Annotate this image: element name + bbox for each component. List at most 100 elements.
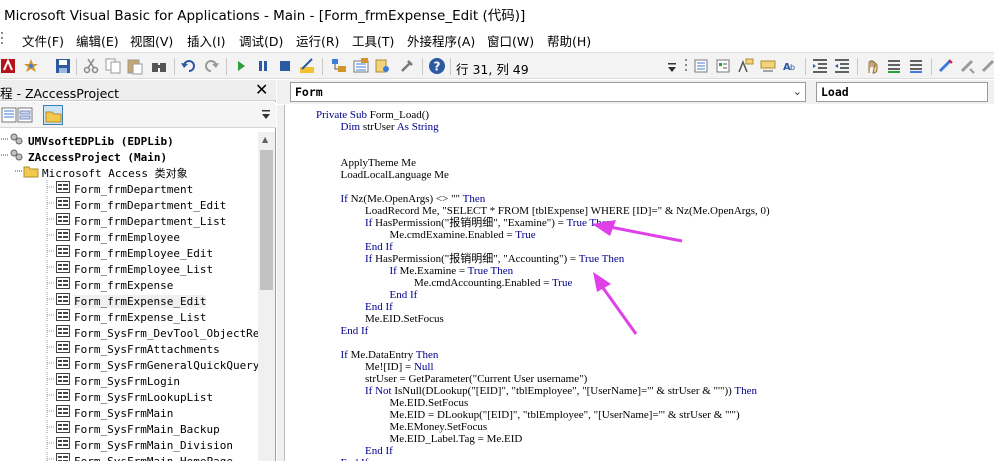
code-line[interactable]: End If xyxy=(365,301,393,313)
menu-view[interactable]: 视图(V) xyxy=(130,31,173,50)
redo-icon[interactable] xyxy=(202,57,220,75)
break-icon[interactable] xyxy=(254,57,272,75)
next-bookmark-icon[interactable] xyxy=(959,57,977,75)
undo-icon[interactable] xyxy=(180,57,198,75)
project-explorer-icon[interactable] xyxy=(330,57,348,75)
code-line[interactable]: End If xyxy=(390,289,418,301)
procedure-combo[interactable]: Load xyxy=(816,82,988,102)
object-combo[interactable]: Form ⌄ xyxy=(290,82,806,102)
toggle-breakpoint-icon[interactable] xyxy=(863,57,881,75)
toolbox-icon[interactable] xyxy=(398,57,416,75)
insert-module-icon[interactable] xyxy=(22,57,40,75)
menu-tools[interactable]: 工具(T) xyxy=(352,31,394,50)
code-line[interactable]: Me.cmdAccounting.Enabled = True xyxy=(414,277,572,289)
code-line[interactable]: LoadLocalLanguage Me xyxy=(341,169,449,181)
save-icon[interactable] xyxy=(54,57,72,75)
tree-item-form[interactable]: Form_SysFrmLogin xyxy=(46,372,180,388)
code-line[interactable]: End If xyxy=(341,457,369,461)
code-line[interactable]: If Not IsNull(DLookup("[EID]", "tblEmplo… xyxy=(365,385,757,397)
uncomment-block-icon[interactable] xyxy=(907,57,925,75)
tree-item-form[interactable]: Form_SysFrmMain_Backup xyxy=(46,420,220,436)
code-line[interactable]: Me.EID_Label.Tag = Me.EID xyxy=(390,433,523,445)
code-line[interactable]: Me.EID = DLookup("[EID]", "tblEmployee",… xyxy=(390,409,740,421)
properties-icon[interactable] xyxy=(352,57,370,75)
tree-item-form[interactable]: Form_SysFrmMain_Division xyxy=(46,436,233,452)
tree-item-form[interactable]: Form_SysFrmGeneralQuickQuery xyxy=(46,356,258,372)
tree-item-form[interactable]: Form_frmDepartment_Edit xyxy=(46,196,226,212)
code-line[interactable]: If Nz(Me.OpenArgs) <> "" Then xyxy=(341,193,486,205)
code-line[interactable]: Me![ID] = Null xyxy=(365,361,434,373)
cut-icon[interactable] xyxy=(82,57,100,75)
tree-item-form[interactable]: Form_SysFrmLookupList xyxy=(46,388,213,404)
close-icon[interactable]: ✕ xyxy=(255,81,268,99)
code-line[interactable]: strUser = GetParameter("Current User use… xyxy=(365,373,587,385)
outdent-icon[interactable] xyxy=(833,57,851,75)
code-line[interactable]: Private Sub Form_Load() xyxy=(316,109,429,121)
toolbar-overflow-icon[interactable] xyxy=(260,108,272,128)
tree-item-folder[interactable]: Microsoft Access 类对象 xyxy=(14,164,188,180)
tree-item-form[interactable]: Form_SysFrmMain_HomePage xyxy=(46,452,233,461)
code-line[interactable]: Me.EID.SetFocus xyxy=(390,397,469,409)
tree-item-form[interactable]: Form_frmDepartment xyxy=(46,180,193,196)
tree-item-form[interactable]: Form_frmDepartment_List xyxy=(46,212,226,228)
copy-icon[interactable] xyxy=(104,57,122,75)
code-line[interactable]: Me.cmdExamine.Enabled = True xyxy=(390,229,536,241)
code-line[interactable]: If HasPermission("报销明细", "Accounting") =… xyxy=(365,253,624,265)
menu-insert[interactable]: 插入(I) xyxy=(187,31,225,50)
tree-item-form[interactable]: Form_SysFrm_DevTool_ObjectRepai xyxy=(46,324,258,340)
comment-block-icon[interactable] xyxy=(885,57,903,75)
reset-icon[interactable] xyxy=(276,57,294,75)
complete-word-icon[interactable]: Ab xyxy=(781,57,799,75)
menu-file[interactable]: 文件(F) xyxy=(22,31,64,50)
code-line[interactable]: Dim strUser As String xyxy=(341,121,439,133)
code-line[interactable]: Me.EMoney.SetFocus xyxy=(390,421,488,433)
previous-bookmark-icon[interactable] xyxy=(981,57,994,75)
tree-item-form[interactable]: Form_SysFrmMain xyxy=(46,404,173,420)
find-icon[interactable] xyxy=(150,57,168,75)
tree-item-form[interactable]: Form_frmExpense xyxy=(46,276,173,292)
indent-icon[interactable] xyxy=(811,57,829,75)
scroll-up-icon[interactable]: ▲ xyxy=(262,135,268,144)
paste-icon[interactable] xyxy=(126,57,144,75)
tree-item-form[interactable]: Form_frmEmployee_Edit xyxy=(46,244,213,260)
toggle-folders-icon[interactable] xyxy=(43,105,63,125)
tree-item-project[interactable]: UMVsoftEDPLib (EDPLib) xyxy=(0,132,174,148)
tree-item-form[interactable]: Form_frmExpense_Edit xyxy=(46,292,207,308)
tree-item-project[interactable]: ZAccessProject (Main) xyxy=(0,148,167,164)
menu-edit[interactable]: 编辑(E) xyxy=(76,31,119,50)
code-line[interactable]: ApplyTheme Me xyxy=(341,157,416,169)
list-constants-icon[interactable] xyxy=(715,57,733,75)
tree-item-form[interactable]: Form_frmExpense_List xyxy=(46,308,206,324)
scroll-thumb[interactable] xyxy=(260,150,273,290)
code-line[interactable]: Me.EID.SetFocus xyxy=(365,313,444,325)
menu-help[interactable]: 帮助(H) xyxy=(547,31,591,50)
access-view-icon[interactable] xyxy=(0,57,18,75)
design-mode-icon[interactable] xyxy=(298,57,316,75)
code-editor[interactable]: Private Sub Form_Load() Dim strUser As St… xyxy=(286,105,994,461)
tree-item-form[interactable]: Form_SysFrmAttachments xyxy=(46,340,220,356)
tree-item-form[interactable]: Form_frmEmployee xyxy=(46,228,180,244)
object-browser-icon[interactable] xyxy=(374,57,392,75)
menu-window[interactable]: 窗口(W) xyxy=(487,31,534,50)
list-properties-icon[interactable] xyxy=(693,57,711,75)
code-line[interactable]: If Me.DataEntry Then xyxy=(341,349,439,361)
margin-indicator-bar[interactable] xyxy=(277,105,285,461)
code-line[interactable]: LoadRecord Me, "SELECT * FROM [tblExpens… xyxy=(365,205,770,217)
tree-item-form[interactable]: Form_frmEmployee_List xyxy=(46,260,213,276)
toggle-bookmark-icon[interactable] xyxy=(937,57,955,75)
run-icon[interactable] xyxy=(232,57,250,75)
chevron-down-icon[interactable]: ⌄ xyxy=(793,85,802,98)
parameter-info-icon[interactable] xyxy=(759,57,777,75)
menu-debug[interactable]: 调试(D) xyxy=(239,31,283,50)
tree-scrollbar[interactable]: ▲ xyxy=(258,132,275,461)
menu-addins[interactable]: 外接程序(A) xyxy=(407,31,475,50)
toolbar-overflow-icon[interactable] xyxy=(666,61,678,75)
code-line[interactable]: End If xyxy=(365,445,393,457)
quick-info-icon[interactable] xyxy=(737,57,755,75)
code-line[interactable]: If HasPermission("报销明细", "Examine") = Tr… xyxy=(365,217,612,229)
help-icon[interactable]: ? xyxy=(428,57,446,75)
view-object-icon[interactable] xyxy=(16,105,36,125)
code-line[interactable]: If Me.Examine = True Then xyxy=(390,265,514,277)
menu-run[interactable]: 运行(R) xyxy=(296,31,339,50)
code-line[interactable]: End If xyxy=(341,325,369,337)
